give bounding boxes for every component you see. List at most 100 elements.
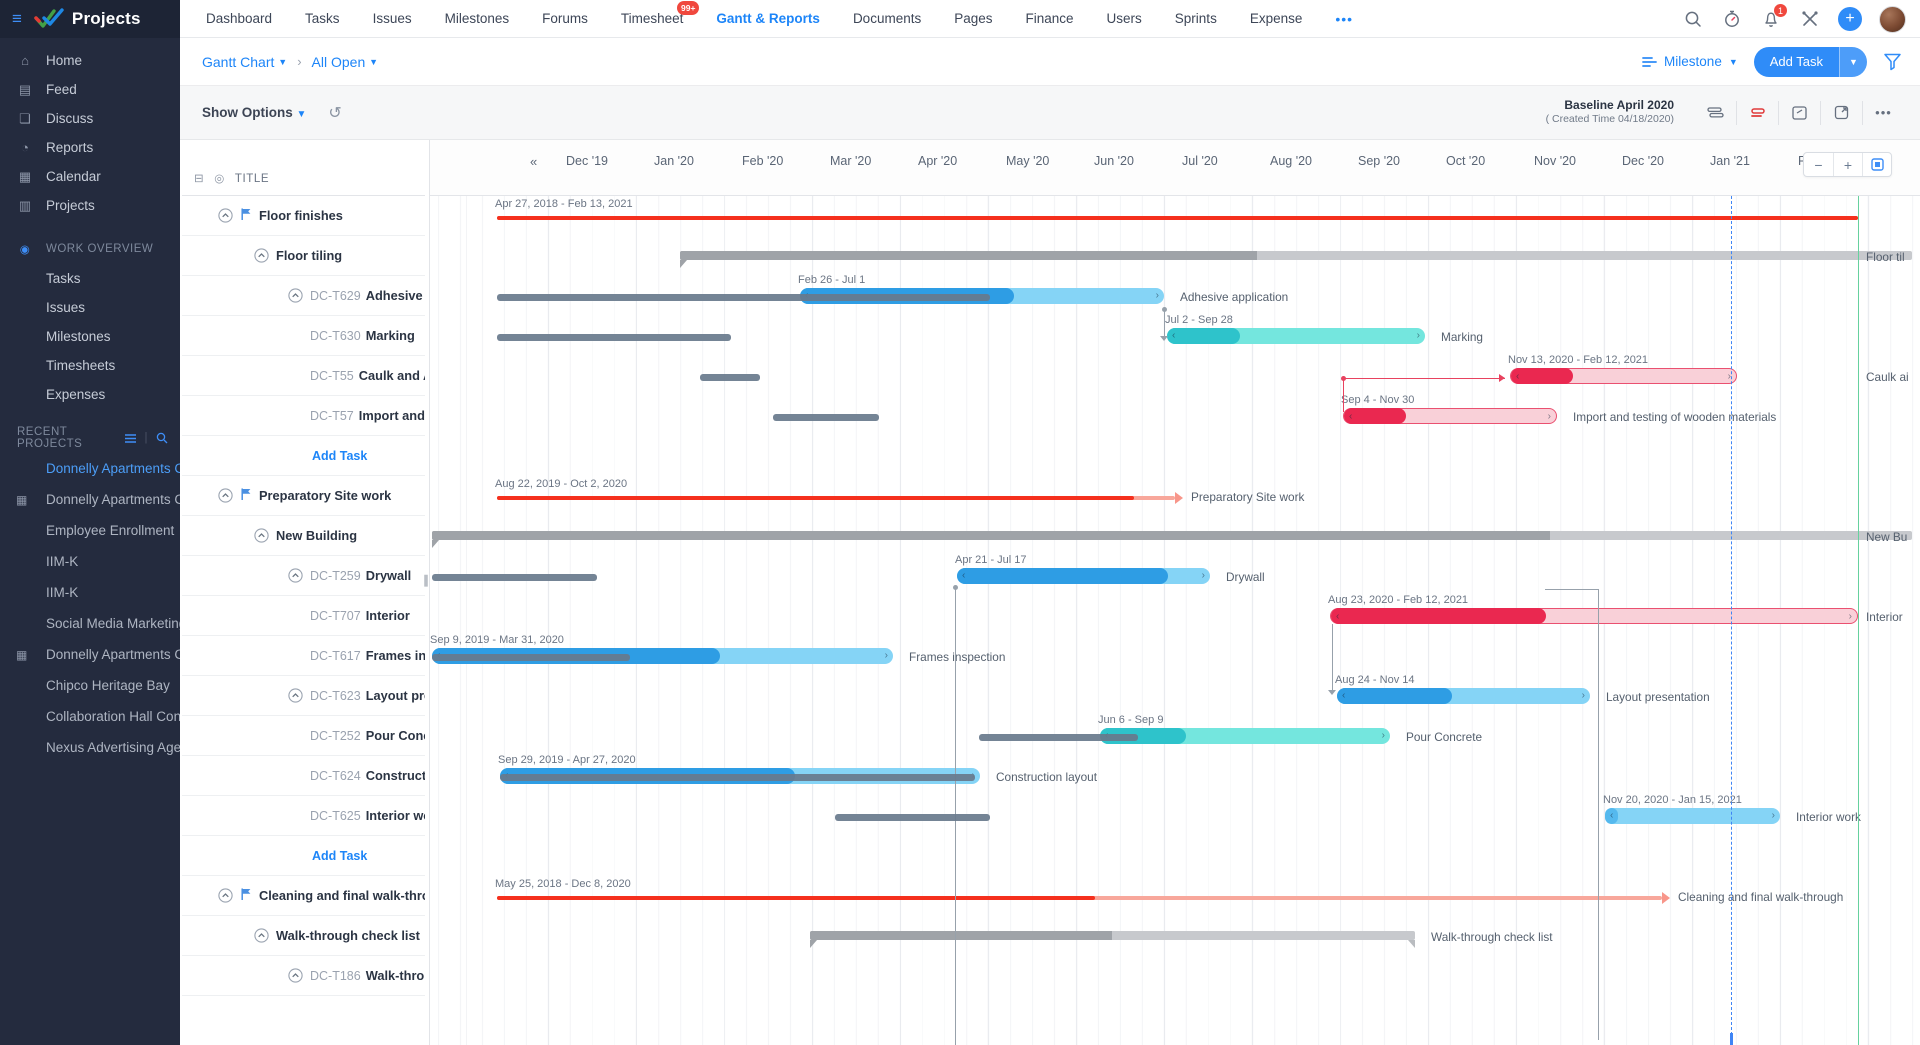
expand-row-icon[interactable] (218, 488, 233, 503)
recent-project-item[interactable]: Employee Enrollment (0, 515, 180, 546)
recent-project-item[interactable]: IIM-K (0, 546, 180, 577)
nav-item-finance[interactable]: Finance (1026, 11, 1074, 26)
task-bar[interactable]: ‹› (1167, 328, 1425, 344)
bar-left-handle[interactable]: ‹ (1610, 808, 1613, 824)
recent-project-item[interactable]: ▦Donnelly Apartments C (0, 484, 180, 515)
nav-item-milestones[interactable]: Milestones (445, 11, 510, 26)
bar-right-handle[interactable]: › (1849, 609, 1852, 625)
nav-item-expense[interactable]: Expense (1250, 11, 1303, 26)
bar-right-handle[interactable]: › (1202, 568, 1205, 584)
parent-task-bar[interactable] (680, 251, 1912, 260)
add-task-button[interactable]: Add Task (1754, 47, 1840, 77)
add-new-icon[interactable]: + (1838, 7, 1862, 31)
sidebar-item-calendar[interactable]: ▦Calendar (0, 162, 180, 191)
calendar-view-icon[interactable] (1778, 101, 1820, 125)
nav-item-gantt-reports[interactable]: Gantt & Reports (716, 11, 820, 26)
task-list-row[interactable]: DC-T186Walk-through day plan (182, 956, 425, 996)
nav-item-tasks[interactable]: Tasks (305, 11, 340, 26)
expand-row-icon[interactable] (288, 288, 303, 303)
bar-left-handle[interactable]: ‹ (1172, 328, 1175, 344)
expand-row-icon[interactable] (254, 248, 269, 263)
fullscreen-icon[interactable] (1820, 101, 1862, 125)
show-options-dropdown[interactable]: Show Options ▼ (202, 105, 306, 120)
parent-task-bar[interactable] (432, 531, 1912, 540)
task-bar[interactable]: ‹› (1605, 808, 1780, 824)
expand-row-icon[interactable] (254, 528, 269, 543)
task-list-row[interactable]: DC-T617Frames inspection (182, 636, 425, 676)
user-avatar[interactable] (1879, 6, 1906, 33)
critical-path-icon[interactable] (1736, 101, 1778, 125)
collapse-all-icon[interactable]: ◎ (214, 171, 225, 185)
bar-left-handle[interactable]: ‹ (1342, 688, 1345, 704)
expand-row-icon[interactable] (218, 208, 233, 223)
sidebar-sub-milestones[interactable]: Milestones (0, 322, 180, 351)
nav-more-menu[interactable]: ••• (1335, 11, 1353, 27)
sidebar-item-projects[interactable]: ▥Projects (0, 191, 180, 220)
task-bar[interactable]: ‹› (1510, 368, 1737, 384)
task-list-row[interactable]: DC-T625Interior work (182, 796, 425, 836)
hamburger-menu-icon[interactable]: ≡ (12, 9, 22, 29)
project-filter-icon[interactable] (124, 433, 137, 444)
task-list-row[interactable]: DC-T623Layout presentation (182, 676, 425, 716)
add-task-split-button[interactable]: Add Task ▼ (1754, 47, 1867, 77)
bar-right-handle[interactable]: › (885, 648, 888, 664)
work-overview-header[interactable]: ◉WORK OVERVIEW (0, 234, 180, 264)
task-bar[interactable]: ‹› (1343, 408, 1557, 424)
sidebar-sub-timesheets[interactable]: Timesheets (0, 351, 180, 380)
task-list-row[interactable]: Cleaning and final walk-through (182, 876, 425, 916)
task-list-row[interactable]: DC-T55Caulk and Air seal (182, 356, 425, 396)
task-list-row[interactable]: DC-T252Pour Concrete (182, 716, 425, 756)
task-list-row[interactable]: Walk-through check list (182, 916, 425, 956)
add-task-link[interactable]: Add Task (182, 836, 425, 876)
task-list-row[interactable]: DC-T707Interior (182, 596, 425, 636)
bar-right-handle[interactable]: › (1156, 288, 1159, 304)
task-bar[interactable]: ‹› (1337, 688, 1590, 704)
expand-row-icon[interactable] (288, 688, 303, 703)
recent-project-item[interactable]: IIM-K (0, 577, 180, 608)
task-list-row[interactable]: DC-T630Marking (182, 316, 425, 356)
expand-row-icon[interactable] (288, 968, 303, 983)
breadcrumb-filter[interactable]: All Open ▼ (312, 54, 379, 70)
tools-icon[interactable] (1799, 8, 1821, 30)
task-bar[interactable]: ‹› (1330, 608, 1858, 624)
group-by-milestone-dropdown[interactable]: Milestone ▼ (1642, 54, 1738, 69)
columns-icon[interactable]: ⊟ (194, 171, 204, 185)
nav-item-forums[interactable]: Forums (542, 11, 588, 26)
sidebar-item-reports[interactable]: ◔Reports (0, 133, 180, 162)
milestone-line[interactable] (497, 896, 1662, 900)
bar-right-handle[interactable]: › (1772, 808, 1775, 824)
parent-task-bar[interactable] (810, 931, 1415, 940)
bar-left-handle[interactable]: ‹ (1336, 609, 1339, 625)
nav-item-users[interactable]: Users (1107, 11, 1142, 26)
sidebar-item-feed[interactable]: ▤Feed (0, 75, 180, 104)
task-list-row[interactable]: Preparatory Site work (182, 476, 425, 516)
recent-project-item[interactable]: Nexus Advertising Agen (0, 732, 180, 763)
bar-left-handle[interactable]: ‹ (962, 568, 965, 584)
nav-item-pages[interactable]: Pages (954, 11, 992, 26)
task-bar[interactable]: ‹› (957, 568, 1210, 584)
project-search-icon[interactable] (156, 432, 168, 444)
scroll-left-icon[interactable]: « (530, 154, 537, 169)
nav-item-timesheet[interactable]: Timesheet99+ (621, 11, 684, 26)
filter-funnel-icon[interactable] (1883, 52, 1902, 71)
sidebar-sub-tasks[interactable]: Tasks (0, 264, 180, 293)
bar-right-handle[interactable]: › (1417, 328, 1420, 344)
expand-row-icon[interactable] (218, 888, 233, 903)
column-resize-handle[interactable]: ∥ (423, 572, 429, 588)
task-list-row[interactable]: DC-T259Drywall (182, 556, 425, 596)
more-options-icon[interactable]: ••• (1862, 101, 1904, 125)
baseline-toggle-icon[interactable] (1694, 101, 1736, 125)
bar-right-handle[interactable]: › (1382, 728, 1385, 744)
search-icon[interactable] (1682, 8, 1704, 30)
breadcrumb-view[interactable]: Gantt Chart ▼ (202, 54, 287, 70)
nav-item-dashboard[interactable]: Dashboard (206, 11, 272, 26)
bar-right-handle[interactable]: › (1582, 688, 1585, 704)
milestone-line[interactable] (497, 496, 1175, 500)
zoom-in-button[interactable]: + (1833, 153, 1862, 176)
bar-left-handle[interactable]: ‹ (1516, 369, 1519, 385)
task-bar[interactable]: ‹› (1100, 728, 1390, 744)
sidebar-sub-issues[interactable]: Issues (0, 293, 180, 322)
bar-left-handle[interactable]: ‹ (1349, 409, 1352, 425)
task-list-row[interactable]: New Building (182, 516, 425, 556)
recent-project-item[interactable]: Social Media Marketing (0, 608, 180, 639)
